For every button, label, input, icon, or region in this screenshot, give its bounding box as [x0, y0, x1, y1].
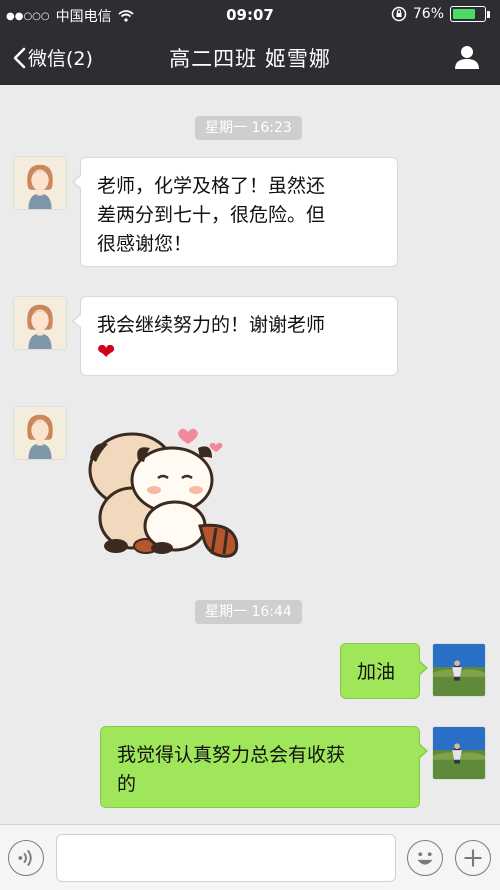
person-icon[interactable]: [454, 44, 480, 70]
incoming-message[interactable]: 老师，化学及格了！虽然还 差两分到七十，很危险。但 很感谢您！: [72, 157, 398, 267]
input-bar: [0, 824, 500, 890]
battery-fill: [453, 9, 475, 19]
avatar[interactable]: [13, 296, 67, 350]
landscape-avatar-image: [433, 644, 485, 696]
incoming-message[interactable]: 我会继续努力的！谢谢老师 ❤: [72, 296, 398, 376]
rotation-lock-icon: [391, 6, 407, 22]
message-line: 很感谢您！: [97, 233, 193, 255]
timestamp-chip: 星期一 16:44: [195, 600, 302, 624]
status-right: 76%: [391, 6, 490, 22]
heart-emoji-icon: ❤: [97, 340, 116, 365]
message-line: 差两分到七十，很危险。但: [97, 204, 326, 226]
message-line: 的: [117, 773, 137, 795]
avatar[interactable]: [13, 406, 67, 460]
battery-percent: 76%: [412, 6, 444, 22]
plus-icon: [464, 849, 482, 867]
panda-hug-sticker[interactable]: [80, 418, 250, 568]
more-button[interactable]: [455, 840, 491, 876]
battery-tip: [487, 10, 490, 18]
timestamp-chip: 星期一 16:23: [195, 116, 302, 140]
emoji-icon: [417, 852, 433, 865]
my-avatar[interactable]: [432, 726, 486, 780]
message-text: 加油: [357, 661, 396, 683]
emoji-button[interactable]: [407, 840, 443, 876]
my-avatar[interactable]: [432, 643, 486, 697]
nav-bar: 微信(2) 高二四班 姬雪娜: [0, 30, 500, 85]
landscape-avatar-image: [433, 727, 485, 779]
message-line: 老师，化学及格了！虽然还: [97, 175, 326, 197]
girl-avatar-image: [14, 157, 66, 209]
avatar[interactable]: [13, 156, 67, 210]
message-input[interactable]: [56, 834, 396, 882]
voice-icon: [18, 849, 32, 867]
girl-avatar-image: [14, 297, 66, 349]
status-bar: ●●○○○ 中国电信 09:07 76%: [0, 0, 500, 30]
message-text: 我会继续努力的！谢谢老师: [97, 314, 326, 336]
battery-icon: [450, 6, 486, 22]
message-line: 我觉得认真努力总会有收获: [117, 744, 346, 766]
chat-title: 高二四班 姬雪娜: [169, 47, 331, 71]
girl-avatar-image: [14, 407, 66, 459]
outgoing-message[interactable]: 我觉得认真努力总会有收获 的: [100, 726, 428, 808]
outgoing-message[interactable]: 加油: [340, 643, 428, 699]
voice-button[interactable]: [8, 840, 44, 876]
